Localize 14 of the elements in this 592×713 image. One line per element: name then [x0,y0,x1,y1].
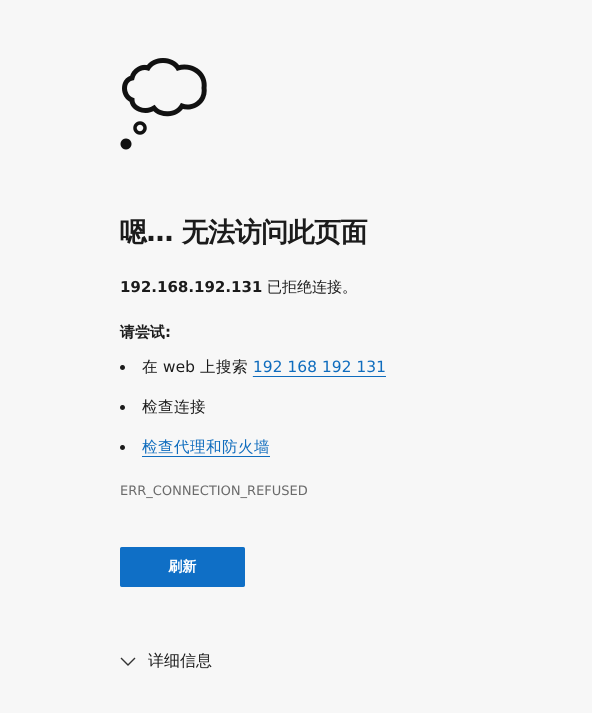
chevron-icon [120,657,136,666]
bullet-icon [120,444,125,450]
error-code: ERR_CONNECTION_REFUSED [120,484,308,499]
suggestions-heading: 请尝试: [120,323,171,342]
bullet-icon [120,404,125,410]
suggestion-text: 在 web 上搜索 192 168 192 131 [142,357,386,378]
details-toggle[interactable]: 详细信息 [120,651,212,672]
search-link[interactable]: 192 168 192 131 [252,358,386,376]
refresh-button[interactable]: 刷新 [120,547,245,587]
suggestion-text: 检查连接 [142,397,206,418]
bullet-icon [120,364,125,370]
page-title: 嗯… 无法访问此页面 [120,216,368,250]
suggestion-link[interactable]: 检查代理和防火墙 [142,436,270,458]
error-message: 192.168.192.131 已拒绝连接。 [120,278,358,297]
